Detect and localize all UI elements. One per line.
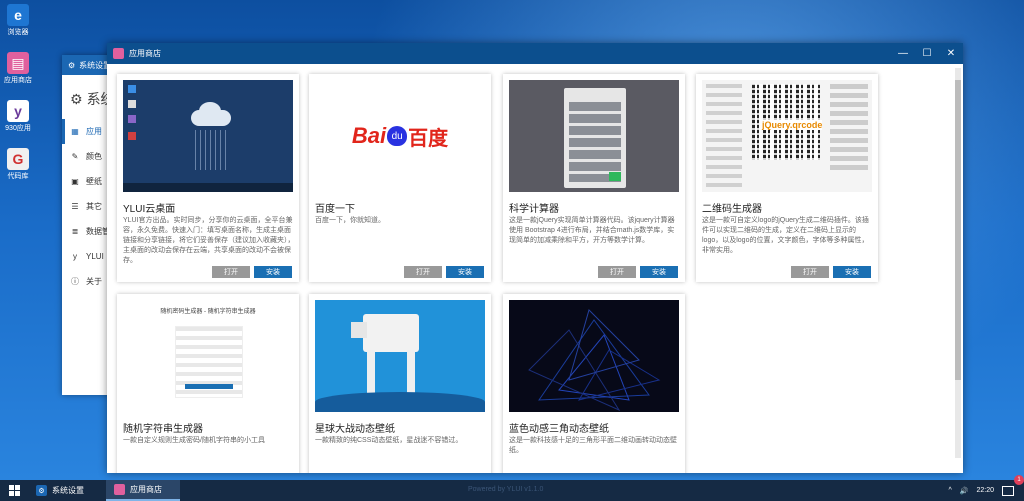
system-tray: ^ 🔊 22:20 <box>948 480 1014 501</box>
app-title: 百度一下 <box>315 204 355 215</box>
list-icon: ☰ <box>71 202 79 211</box>
triangles-art <box>528 309 661 412</box>
app-thumbnail: Bai du 百度 <box>315 80 485 192</box>
app-desc: 一款精致的纯CSS动态壁纸，星战迷不容错过。 <box>315 437 463 444</box>
app-thumbnail <box>315 300 485 412</box>
app-desc: 这是一款jQuery实现简单计算器代码。该jquery计算器使用 Bootstr… <box>509 217 675 244</box>
store-titlebar[interactable]: 应用商店 — ☐ ✕ <box>107 43 963 64</box>
store-window-title: 应用商店 <box>129 49 161 58</box>
app-card-baidu[interactable]: Bai du 百度 百度一下 百度一下，你就知道。 打开 安装 <box>309 74 491 282</box>
database-icon: ≣ <box>71 227 79 236</box>
speaker-icon[interactable]: 🔊 <box>960 487 969 495</box>
app-desc: 一款自定义规则生成密码/随机字符串的小工具 <box>123 437 265 444</box>
app-title: 随机字符串生成器 <box>123 424 203 435</box>
app-card-blue-triangles[interactable]: 蓝色动感三角动态壁纸 这是一款科技感十足的三角形平面二维动画转动动态壁纸。 <box>503 294 685 473</box>
code-lib-icon: G <box>7 148 29 170</box>
app-thumbnail: jQuery.qrcode <box>702 80 872 192</box>
ie-icon: e <box>7 4 29 26</box>
store-window: 应用商店 — ☐ ✕ YLUI云桌面 YLUI官方出品。实时同步，分享你的云桌面… <box>107 43 963 473</box>
yl-icon: y <box>7 100 29 122</box>
windows-icon <box>8 485 20 496</box>
open-button[interactable]: 打开 <box>404 266 442 278</box>
close-button[interactable]: ✕ <box>939 43 963 64</box>
app-card-ylui[interactable]: YLUI云桌面 YLUI官方出品。实时同步，分享你的云桌面，全平台兼容，永久免费… <box>117 74 299 282</box>
desktop-icon-label: 代码库 <box>7 173 29 180</box>
store-bag-icon: ▤ <box>7 52 29 74</box>
app-card-calculator[interactable]: 科学计算器 这是一款jQuery实现简单计算器代码。该jquery计算器使用 B… <box>503 74 685 282</box>
app-thumbnail: 随机密码生成器 - 随机字符串生成器 <box>123 300 293 412</box>
app-thumbnail <box>509 80 679 192</box>
app-title: 星球大战动态壁纸 <box>315 424 395 435</box>
settings-gear-icon: ⚙ <box>36 485 47 496</box>
notification-icon[interactable] <box>1002 485 1014 496</box>
info-icon: ⓘ <box>71 277 79 286</box>
grid-icon: ▦ <box>71 127 79 136</box>
taskbar-item-settings[interactable]: ⚙ 系统设置 <box>28 480 102 501</box>
install-button[interactable]: 安装 <box>833 266 871 278</box>
install-button[interactable]: 安装 <box>254 266 292 278</box>
desktop-icon-codelib[interactable]: G 代码库 <box>2 148 34 181</box>
install-button[interactable]: 安装 <box>446 266 484 278</box>
app-desc: 百度一下，你就知道。 <box>315 217 385 224</box>
app-card-starwars[interactable]: 星球大战动态壁纸 一款精致的纯CSS动态壁纸，星战迷不容错过。 <box>309 294 491 473</box>
clock[interactable]: 22:20 <box>976 487 994 494</box>
desktop-icon-label: 930应用 <box>5 125 31 132</box>
store-bag-icon <box>113 48 124 59</box>
start-button[interactable] <box>0 480 28 501</box>
gear-icon: ⚙ <box>70 90 83 107</box>
taskbar-item-store[interactable]: 应用商店 <box>106 480 180 501</box>
desktop-icon-930[interactable]: y 930应用 <box>2 100 34 133</box>
app-title: 二维码生成器 <box>702 204 762 215</box>
image-icon: ▣ <box>71 177 79 186</box>
app-card-qrcode[interactable]: jQuery.qrcode 二维码生成器 这是一款可自定义logo的jQuery… <box>696 74 878 282</box>
tray-arrow-icon[interactable]: ^ <box>948 487 951 494</box>
store-bag-icon <box>114 484 125 495</box>
desktop-icon-label: 浏览器 <box>7 29 29 36</box>
app-desc: YLUI官方出品。实时同步，分享你的云桌面，全平台兼容，永久免费。快速入门：填写… <box>123 217 295 264</box>
powered-by-text: Powered by YLUI v1.1.0 <box>468 486 544 493</box>
store-content: YLUI云桌面 YLUI官方出品。实时同步，分享你的云桌面，全平台兼容，永久免费… <box>107 64 963 473</box>
open-button[interactable]: 打开 <box>598 266 636 278</box>
scrollbar-thumb[interactable] <box>955 80 961 380</box>
minimize-button[interactable]: — <box>891 43 915 64</box>
app-title: YLUI云桌面 <box>123 204 176 215</box>
desktop-icon-store[interactable]: ▤ 应用商店 <box>2 52 34 85</box>
open-button[interactable]: 打开 <box>791 266 829 278</box>
app-desc: 这是一款科技感十足的三角形平面二维动画转动动态壁纸。 <box>509 437 677 454</box>
desktop-icon-browser[interactable]: e 浏览器 <box>2 4 34 37</box>
app-card-random-string[interactable]: 随机密码生成器 - 随机字符串生成器 随机字符串生成器 一款自定义规则生成密码/… <box>117 294 299 473</box>
app-title: 科学计算器 <box>509 204 559 215</box>
install-button[interactable]: 安装 <box>640 266 678 278</box>
notification-badge: 1 <box>1014 475 1024 485</box>
window-controls: — ☐ ✕ <box>891 43 963 64</box>
settings-gear-icon: ⚙ <box>68 60 76 70</box>
ylui-icon: y <box>73 252 77 261</box>
open-button[interactable]: 打开 <box>212 266 250 278</box>
app-desc: 这是一款可自定义logo的jQuery生成二维码插件。该插件可以实现二维码的生成… <box>702 217 869 254</box>
content-scrollbar[interactable] <box>955 68 961 458</box>
desktop-icon-label: 应用商店 <box>4 77 32 84</box>
app-thumbnail <box>123 80 293 192</box>
taskbar: ⚙ 系统设置 应用商店 Powered by YLUI v1.1.0 ^ 🔊 2… <box>0 475 1024 501</box>
baidu-logo: Bai du 百度 <box>351 123 449 150</box>
brush-icon: ✎ <box>71 152 79 161</box>
maximize-button[interactable]: ☐ <box>915 43 939 64</box>
app-title: 蓝色动感三角动态壁纸 <box>509 424 609 435</box>
app-thumbnail <box>509 300 679 412</box>
